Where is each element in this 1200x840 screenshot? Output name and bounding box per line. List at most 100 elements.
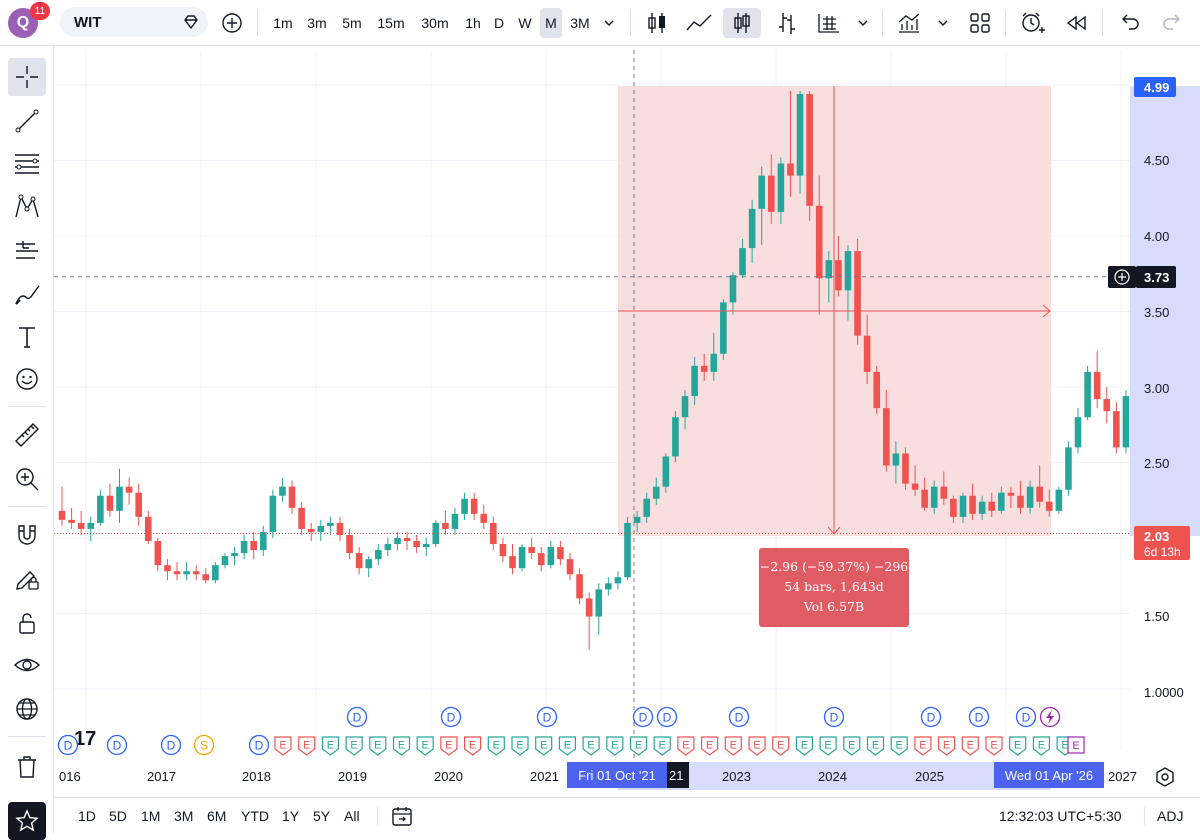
brush-tool[interactable] (8, 276, 46, 314)
zoom-in-tool[interactable] (8, 460, 46, 498)
event-letter: E (896, 740, 903, 752)
measure-tool[interactable] (8, 416, 46, 454)
event-letter: D (255, 739, 264, 753)
chart-settings-icon[interactable] (1154, 766, 1176, 788)
earnings-marker: E (772, 736, 790, 756)
go-to-date-icon[interactable] (390, 804, 414, 828)
candle-body (499, 544, 507, 557)
candle-body (758, 175, 766, 209)
crosshair-tool[interactable] (8, 58, 46, 96)
adjust-data-toggle[interactable]: ADJ (1157, 806, 1183, 826)
interval-1m[interactable]: 1m (268, 8, 298, 38)
dividend-marker: D (656, 706, 678, 728)
interval-D[interactable]: D (489, 8, 509, 38)
event-letter: E (422, 740, 429, 752)
candle-body (451, 513, 459, 529)
earnings-marker: E (914, 736, 932, 756)
interval-label: 5m (342, 15, 362, 31)
interval-label: 3m (307, 15, 327, 31)
range-1D[interactable]: 1D (78, 806, 96, 826)
range-3M[interactable]: 3M (174, 806, 193, 826)
hollow-candles-icon (734, 13, 750, 33)
forecasting-tool[interactable] (8, 232, 46, 270)
interval-M[interactable]: M (540, 8, 562, 38)
chevron-down-icon[interactable] (857, 18, 869, 28)
hollow-candles-button[interactable] (723, 8, 761, 38)
indicators-icon[interactable] (896, 10, 922, 36)
range-6M[interactable]: 6M (207, 806, 226, 826)
range-1Y[interactable]: 1Y (282, 806, 299, 826)
candle-body (652, 486, 660, 499)
candle-body (1017, 495, 1024, 508)
earnings-marker: E (795, 736, 813, 756)
earnings-marker: E (629, 736, 648, 756)
layouts-icon[interactable] (968, 11, 992, 35)
candle-body (883, 408, 890, 466)
candle-body (892, 453, 900, 466)
dividend-marker: D (248, 734, 270, 756)
candle-body (192, 571, 200, 575)
line-chart-type-icon[interactable] (685, 10, 713, 36)
fib-retracement-tool[interactable] (8, 144, 46, 182)
add-symbol-icon[interactable] (221, 12, 243, 34)
range-5D[interactable]: 5D (109, 806, 127, 826)
pattern-tool[interactable] (8, 188, 46, 226)
interval-3M[interactable]: 3M (566, 8, 594, 38)
replay-icon[interactable] (1064, 11, 1088, 35)
candle-body (461, 498, 468, 514)
range-All[interactable]: All (344, 806, 360, 826)
earnings-marker: E (724, 736, 742, 756)
earnings-marker: E (843, 736, 861, 756)
bars-chart-type-icon[interactable] (775, 10, 799, 36)
lock-drawings-tool[interactable] (8, 560, 46, 598)
hide-drawings-tool[interactable] (8, 646, 46, 684)
candle-body (298, 507, 305, 529)
candle-body (854, 251, 861, 336)
chevron-down-icon[interactable] (937, 18, 949, 28)
range-YTD[interactable]: YTD (241, 806, 269, 826)
candles-chart-type-icon[interactable] (645, 10, 669, 36)
range-5Y[interactable]: 5Y (313, 806, 330, 826)
candle-body (902, 453, 909, 484)
event-letter: D (639, 711, 648, 725)
columns-icon[interactable] (816, 10, 842, 36)
time-tick-label: 2021 (530, 769, 559, 784)
alert-clock-icon[interactable] (1019, 10, 1045, 36)
diamond-icon[interactable] (182, 13, 200, 31)
interval-W[interactable]: W (513, 8, 537, 38)
globe-tool[interactable] (8, 690, 46, 728)
candle-body (978, 501, 986, 514)
event-letter: D (735, 711, 744, 725)
redo-icon[interactable] (1160, 11, 1184, 35)
interval-30m[interactable]: 30m (416, 8, 454, 38)
interval-15m[interactable]: 15m (372, 8, 410, 38)
price-chart[interactable]: 17D D D DSD D D D D D D D D DE E E E E E E E E E E E E E E E E E E E E E E… (54, 46, 1200, 797)
magnet-tool[interactable] (8, 516, 46, 554)
time-tick-label: 2023 (722, 769, 751, 784)
candle-body (1093, 371, 1101, 400)
event-letter: E (730, 740, 737, 752)
interval-1h[interactable]: 1h (460, 8, 486, 38)
chevron-down-icon[interactable] (603, 18, 615, 28)
event-letter: E (919, 740, 926, 752)
candle-body (1055, 489, 1063, 511)
earnings-marker: E (985, 736, 1003, 756)
range-1M[interactable]: 1M (141, 806, 160, 826)
candle-body (327, 522, 334, 526)
earnings-marker: E (345, 736, 363, 756)
text-tool[interactable] (8, 318, 46, 356)
clock-display[interactable]: 12:32:03 UTC+5:30 (999, 806, 1122, 826)
favorites-tool[interactable] (8, 802, 46, 840)
emoji-tool[interactable] (8, 360, 46, 398)
undo-icon[interactable] (1118, 11, 1142, 35)
interval-3m[interactable]: 3m (302, 8, 332, 38)
event-letter: E (872, 740, 879, 752)
interval-5m[interactable]: 5m (337, 8, 367, 38)
remove-drawings-tool[interactable] (8, 748, 46, 786)
crosshair-icon (16, 66, 38, 88)
symbol-search[interactable]: WIT (60, 7, 208, 37)
split-marker: S (193, 734, 215, 756)
notification-count: 11 (34, 5, 46, 17)
trend-line-tool[interactable] (8, 102, 46, 140)
lock-all-tool[interactable] (8, 604, 46, 642)
